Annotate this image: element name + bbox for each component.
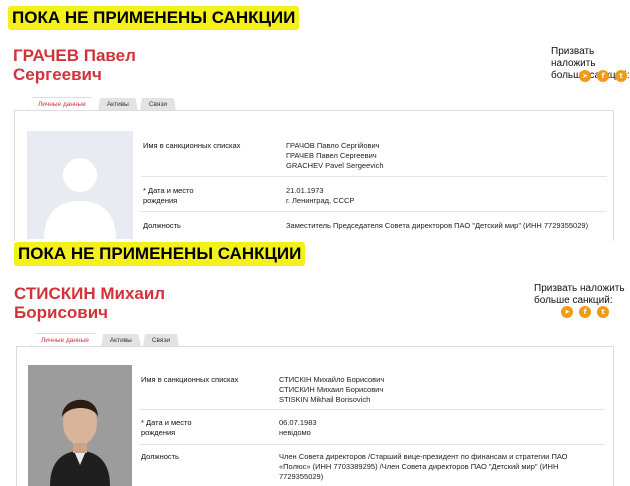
twitter-icon[interactable]: t	[615, 70, 627, 82]
sanctions-name-ru: СТИСКИН Михаил Борисович	[279, 385, 384, 394]
position-line2: «Полюс» (ИНН 7703389295) /Член Совета ди…	[279, 462, 559, 471]
birth-label-line2: рождения	[143, 196, 178, 205]
profile-tabs: Личные данные Активы Связи	[31, 333, 181, 347]
person-name-line1: СТИСКИН Михаил	[14, 284, 166, 303]
sanctions-names-label: Имя в санкционных списках	[141, 375, 239, 384]
sanctions-name-en: STISKIN Mikhail Borisovich	[279, 395, 371, 404]
birth-label: * Дата и место рождения	[141, 418, 192, 438]
position-line1: Член Совета директоров /Старший вице-пре…	[279, 452, 568, 461]
birth-label: * Дата и место рождения	[143, 186, 194, 206]
birth-place: невідомо	[279, 428, 311, 437]
person-name-line2: Сергеевич	[13, 65, 102, 84]
person-name-line2: Борисович	[14, 303, 109, 322]
position-label: Должность	[143, 221, 181, 230]
person-silhouette-icon	[44, 158, 116, 239]
position-value: Заместитель Председателя Совета директор…	[286, 221, 589, 230]
sanctions-name-ru: ГРАЧЕВ Павел Сергеевич	[286, 151, 377, 160]
social-buttons: ➤ f t	[561, 306, 609, 318]
sanctions-name-ua: СТИСКІН Михайло Борисович	[279, 375, 385, 384]
sanctions-name-en: GRACHEV Pavel Sergeevich	[286, 161, 384, 170]
position-value: Член Совета директоров /Старший вице-пре…	[279, 452, 604, 482]
twitter-icon[interactable]: t	[597, 306, 609, 318]
position-line3: 7729355029)	[279, 472, 324, 481]
birth-place: г. Ленинград, СССР	[286, 196, 355, 205]
divider	[139, 409, 605, 410]
birth-label-line2: рождения	[141, 428, 176, 437]
profile-card: Имя в санкционных списках СТИСКІН Михайл…	[16, 346, 614, 486]
sanctions-status-banner: ПОКА НЕ ПРИМЕНЕНЫ САНКЦИИ	[14, 242, 306, 266]
facebook-icon[interactable]: f	[579, 306, 591, 318]
profile-tabs: Личные данные Активы Связи	[28, 97, 178, 111]
tab-personal-data[interactable]: Личные данные	[31, 333, 99, 347]
portrait-photo	[28, 365, 132, 486]
portrait-image	[28, 365, 132, 486]
person-name: ГРАЧЕВ Павел Сергеевич	[13, 46, 136, 84]
divider	[141, 176, 607, 177]
call-to-action: Призвать наложить больше санкций:	[534, 283, 625, 307]
birth-label-line1: * Дата и место	[143, 186, 194, 195]
tab-personal-data[interactable]: Личные данные	[28, 97, 96, 111]
call-line1: Призвать наложить	[551, 46, 596, 69]
sanctions-names-value: СТИСКІН Михайло Борисович СТИСКИН Михаил…	[279, 375, 384, 405]
avatar-placeholder	[27, 131, 133, 239]
sanctions-names-value: ГРАЧОВ Павло Сергійович ГРАЧЕВ Павел Сер…	[286, 141, 384, 171]
facebook-icon[interactable]: f	[597, 70, 609, 82]
sanctions-status-banner: ПОКА НЕ ПРИМЕНЕНЫ САНКЦИИ	[8, 6, 300, 30]
profile-card: Имя в санкционных списках ГРАЧОВ Павло С…	[14, 110, 614, 241]
call-line1: Призвать наложить	[534, 283, 625, 294]
birth-date: 21.01.1973	[286, 186, 324, 195]
person-name-line1: ГРАЧЕВ Павел	[13, 46, 136, 65]
position-label: Должность	[141, 452, 179, 461]
person-name: СТИСКИН Михаил Борисович	[14, 284, 165, 322]
sanctions-name-ua: ГРАЧОВ Павло Сергійович	[286, 141, 380, 150]
divider	[139, 444, 605, 445]
divider	[141, 211, 607, 212]
birth-label-line1: * Дата и место	[141, 418, 192, 427]
social-buttons: ➤ f t	[579, 70, 627, 82]
birth-date: 06.07.1983	[279, 418, 317, 427]
birth-value: 06.07.1983 невідомо	[279, 418, 317, 438]
telegram-icon[interactable]: ➤	[561, 306, 573, 318]
sanctions-names-label: Имя в санкционных списках	[143, 141, 241, 150]
telegram-icon[interactable]: ➤	[579, 70, 591, 82]
birth-value: 21.01.1973 г. Ленинград, СССР	[286, 186, 354, 206]
